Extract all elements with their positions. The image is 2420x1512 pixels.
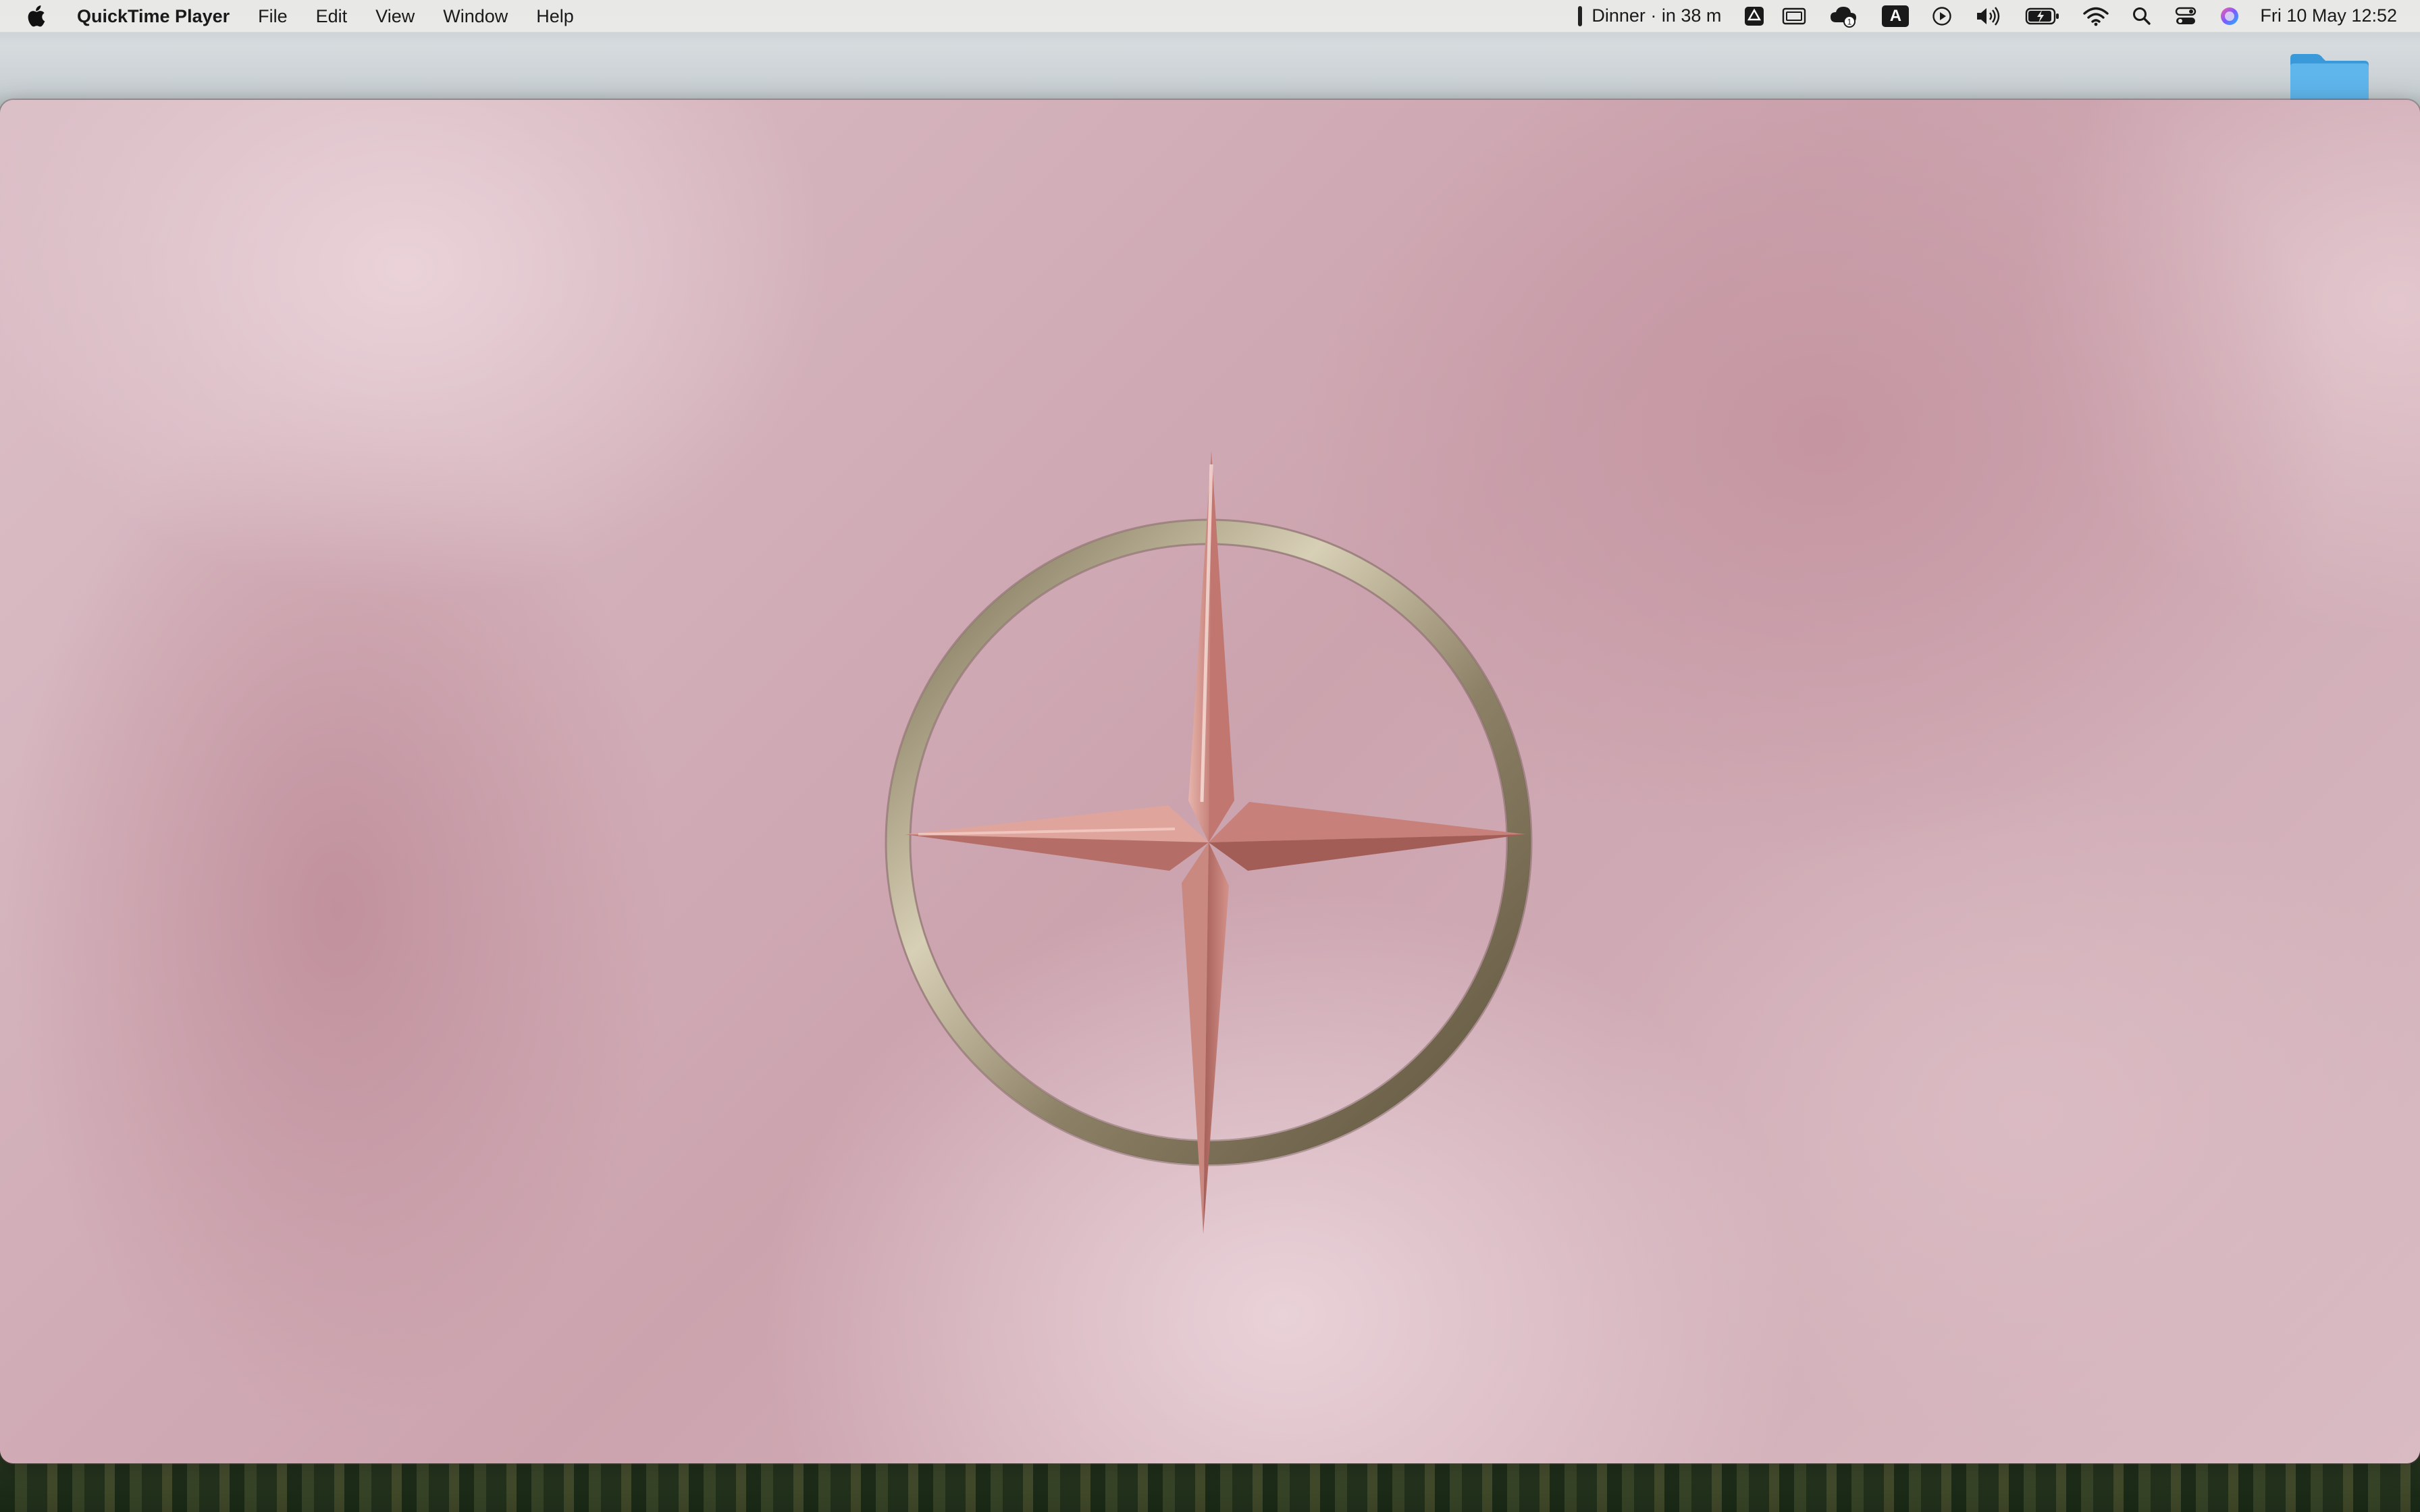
menubar-clock[interactable]: Fri 10 May 12:52 bbox=[2260, 0, 2397, 32]
now-playing-icon[interactable] bbox=[1932, 0, 1952, 32]
video-frame[interactable] bbox=[0, 100, 2420, 1463]
cloud-badge-count: 1 bbox=[1847, 17, 1852, 26]
spotlight-search-icon[interactable] bbox=[2132, 0, 2152, 32]
event-color-bar bbox=[1578, 5, 1583, 26]
menu-app-name[interactable]: QuickTime Player bbox=[72, 0, 244, 32]
calendar-event-status[interactable]: Dinner · in 38 m bbox=[1578, 0, 1721, 32]
google-drive-icon[interactable] bbox=[1744, 0, 1764, 32]
menu-help[interactable]: Help bbox=[522, 0, 588, 32]
menu-bar: QuickTime Player File Edit View Window H… bbox=[0, 0, 2420, 32]
emblem-star bbox=[905, 451, 1526, 1234]
quicktime-window[interactable] bbox=[0, 100, 2420, 1463]
input-source-icon[interactable]: A bbox=[1882, 0, 1910, 32]
compass-star-emblem bbox=[885, 451, 1533, 1234]
apple-menu-icon[interactable] bbox=[26, 5, 46, 28]
calendar-event-text: Dinner · in 38 m bbox=[1592, 5, 1722, 26]
wifi-icon[interactable] bbox=[2083, 0, 2109, 32]
volume-icon[interactable] bbox=[1975, 0, 2002, 32]
desktop-folder-icon[interactable] bbox=[2288, 53, 2371, 105]
display-mirroring-icon[interactable] bbox=[1782, 0, 1806, 32]
siri-icon[interactable] bbox=[2219, 0, 2240, 32]
menu-window[interactable]: Window bbox=[429, 0, 522, 32]
menu-edit[interactable]: Edit bbox=[302, 0, 362, 32]
battery-charging-icon[interactable] bbox=[2025, 0, 2060, 32]
menu-view[interactable]: View bbox=[361, 0, 429, 32]
menu-file[interactable]: File bbox=[244, 0, 302, 32]
cloud-sync-icon[interactable]: 1 bbox=[1829, 0, 1859, 32]
control-center-icon[interactable] bbox=[2175, 0, 2197, 32]
